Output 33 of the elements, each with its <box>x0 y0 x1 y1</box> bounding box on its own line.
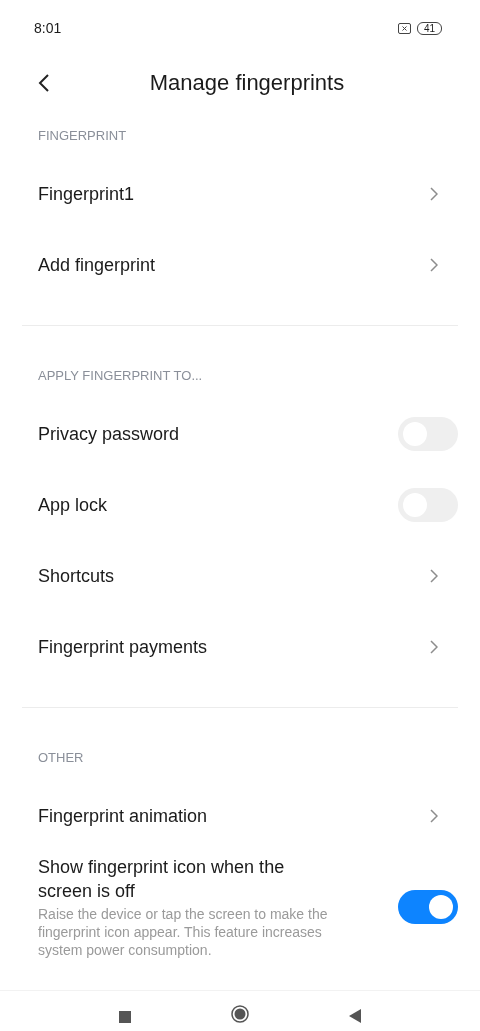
status-time: 8:01 <box>34 20 62 36</box>
settings-row[interactable]: App lock <box>22 469 458 540</box>
row-label: App lock <box>38 493 109 517</box>
section-header: FINGERPRINT <box>37 127 128 145</box>
row-description: Raise the device or tap the screen to make the fingerprint icon appear. This feature increases system power consumption. <box>38 905 329 959</box>
settings-row[interactable]: Add fingerprint <box>22 229 458 300</box>
chevron-icon <box>430 186 438 201</box>
settings-row[interactable]: Fingerprint animation <box>22 780 458 851</box>
chevron-icon <box>430 568 438 583</box>
chevron-icon <box>430 257 438 272</box>
chevron-icon <box>430 808 438 823</box>
back-icon <box>38 73 50 93</box>
battery-level: 41 <box>416 21 442 35</box>
section-header: APPLY FINGERPRINT TO... <box>37 367 204 385</box>
row-label: Privacy password <box>38 422 181 446</box>
row-label: Fingerprint1 <box>38 182 136 206</box>
toggle-switch[interactable] <box>398 890 458 924</box>
row-label: Fingerprint payments <box>38 635 209 659</box>
settings-row[interactable]: Show fingerprint icon when the screen is off Raise the device or tap the screen to make the fingerprint icon appear. This feature increases system power consumption. <box>22 851 458 959</box>
section-header: OTHER <box>37 749 85 767</box>
chevron-icon <box>430 639 438 654</box>
page-title: Manage fingerprints <box>148 70 346 96</box>
settings-row[interactable]: Fingerprint payments <box>22 611 458 682</box>
sim-crossed-icon <box>397 22 411 34</box>
home-button[interactable] <box>231 1005 249 1023</box>
settings-row[interactable]: Shortcuts <box>22 540 458 611</box>
row-label: Shortcuts <box>38 564 116 588</box>
row-label: Show fingerprint icon when the screen is off <box>38 856 286 903</box>
settings-row[interactable]: Privacy password <box>22 398 458 469</box>
row-label: Fingerprint animation <box>38 804 209 828</box>
settings-row[interactable]: Fingerprint1 <box>22 158 458 229</box>
back-nav-button[interactable] <box>349 1009 361 1023</box>
row-label: Add fingerprint <box>38 253 157 277</box>
